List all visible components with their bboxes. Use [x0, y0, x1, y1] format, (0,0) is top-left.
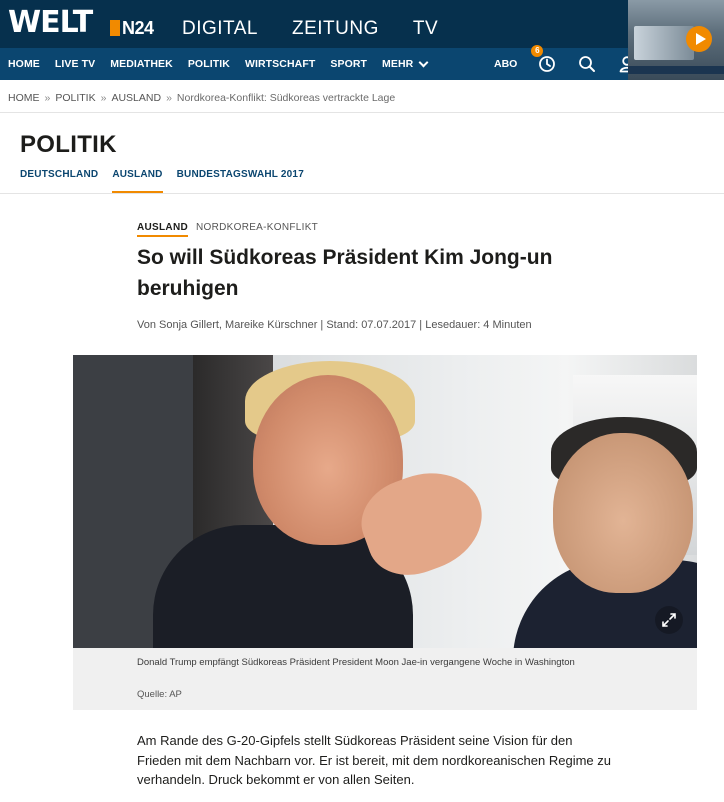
- top-link-tv[interactable]: TV: [413, 18, 438, 40]
- nav-item-mehr[interactable]: MEHR: [382, 57, 429, 70]
- breadcrumb-politik[interactable]: POLITIK: [55, 92, 95, 104]
- nav-item-home[interactable]: HOME: [8, 58, 40, 70]
- article-byline: Von Sonja Gillert, Mareike Kürschner | S…: [137, 319, 532, 331]
- image-source: Quelle: AP: [137, 689, 182, 700]
- nav-item-politik[interactable]: POLITIK: [188, 58, 230, 70]
- expand-arrows-icon: [662, 613, 676, 627]
- n24-logo-mark: [110, 20, 120, 36]
- nav-item-mediathek[interactable]: MEDIATHEK: [110, 58, 173, 70]
- watchlist-button[interactable]: 6: [531, 45, 557, 74]
- article-headline: So will Südkoreas Präsident Kim Jong-un …: [137, 246, 553, 300]
- news-ticker-strip: [628, 66, 724, 74]
- breadcrumb-home[interactable]: HOME: [8, 92, 40, 104]
- top-links: DIGITAL ZEITUNG TV: [182, 18, 438, 40]
- n24-logo-text: N24: [122, 17, 154, 38]
- breadcrumb-ausland[interactable]: AUSLAND: [111, 92, 161, 104]
- abo-link[interactable]: ABO: [494, 58, 517, 70]
- main-nav: HOME LIVE TV MEDIATHEK POLITIK WIRTSCHAF…: [0, 45, 724, 80]
- section-subnav: DEUTSCHLAND AUSLAND BUNDESTAGSWAHL 2017: [20, 169, 304, 193]
- image-caption: Donald Trump empfängt Südkoreas Präsiden…: [137, 657, 575, 668]
- tab-bundestagswahl-2017[interactable]: BUNDESTAGSWAHL 2017: [177, 169, 304, 193]
- nav-item-live-tv[interactable]: LIVE TV: [55, 58, 95, 70]
- expand-icon[interactable]: [655, 606, 683, 634]
- kicker-category[interactable]: AUSLAND: [137, 222, 188, 237]
- nav-item-wirtschaft[interactable]: WIRTSCHAFT: [245, 58, 315, 70]
- article-teaser: Am Rande des G-20-Gipfels stellt Südkore…: [137, 733, 611, 787]
- photo-person-right-face: [553, 433, 693, 593]
- article-kicker: AUSLAND NORDKOREA-KONFLIKT: [137, 222, 318, 237]
- nav-items: HOME LIVE TV MEDIATHEK POLITIK WIRTSCHAF…: [8, 48, 429, 80]
- breadcrumb-separator: »: [100, 92, 107, 104]
- chevron-down-icon: [418, 57, 429, 67]
- studio-image: [634, 26, 694, 60]
- nav-actions: ABO 6: [494, 45, 637, 80]
- top-bar: WELT N24 DIGITAL ZEITUNG TV: [0, 0, 724, 48]
- n24-logo[interactable]: N24: [110, 18, 154, 38]
- article-hero-image[interactable]: [73, 355, 697, 648]
- breadcrumb-separator: »: [44, 92, 51, 104]
- top-link-digital[interactable]: DIGITAL: [182, 18, 258, 40]
- search-icon: [579, 56, 596, 72]
- breadcrumb-current: Nordkorea-Konflikt: Südkoreas vertrackte…: [176, 92, 396, 104]
- divider: [0, 193, 724, 194]
- divider: [0, 112, 724, 113]
- clock-icon: [539, 56, 556, 72]
- tab-ausland[interactable]: AUSLAND: [112, 169, 163, 193]
- search-button[interactable]: [577, 54, 597, 74]
- welt-logo[interactable]: WELT: [8, 4, 93, 42]
- section-title[interactable]: POLITIK: [20, 131, 117, 159]
- breadcrumb: HOME » POLITIK » AUSLAND » Nordkorea-Kon…: [8, 92, 395, 104]
- kicker-topic[interactable]: NORDKOREA-KONFLIKT: [196, 222, 318, 237]
- top-link-zeitung[interactable]: ZEITUNG: [292, 18, 379, 40]
- play-icon[interactable]: [686, 26, 712, 52]
- nav-item-sport[interactable]: SPORT: [330, 58, 367, 70]
- breadcrumb-separator: »: [166, 92, 172, 104]
- tab-deutschland[interactable]: DEUTSCHLAND: [20, 169, 98, 193]
- nav-more-label: MEHR: [382, 58, 414, 70]
